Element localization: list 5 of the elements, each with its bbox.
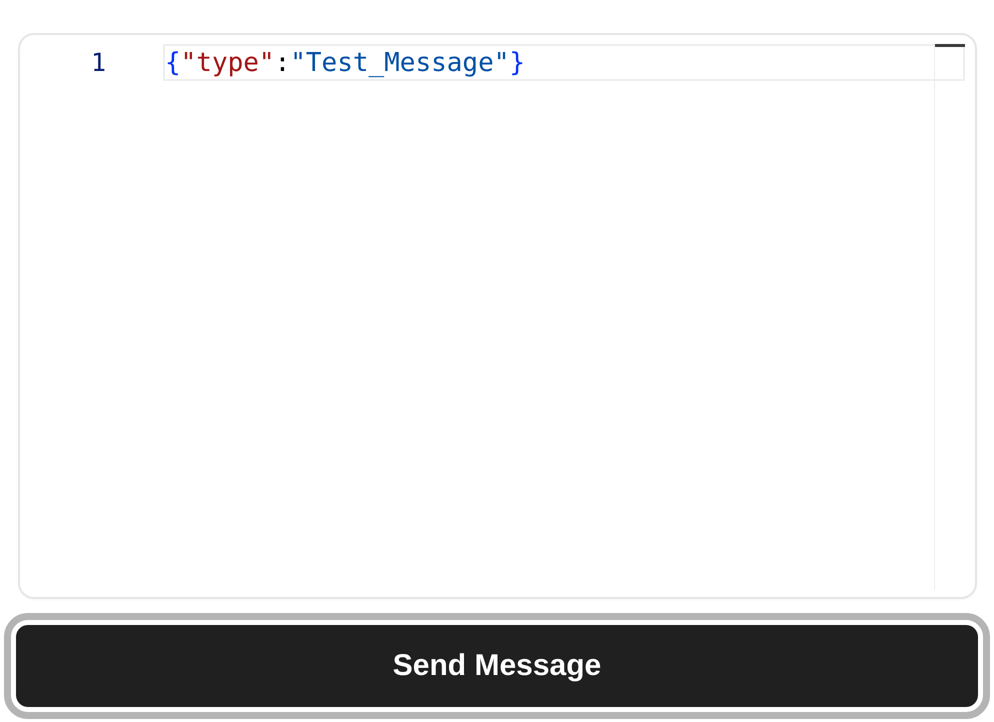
line-number: 1: [90, 48, 106, 77]
code-editor[interactable]: 1 {"type":"Test_Message"}: [18, 33, 977, 599]
send-message-button[interactable]: Send Message: [4, 613, 990, 719]
cursor-marker-icon: [935, 44, 965, 47]
overview-ruler[interactable]: [934, 44, 965, 590]
